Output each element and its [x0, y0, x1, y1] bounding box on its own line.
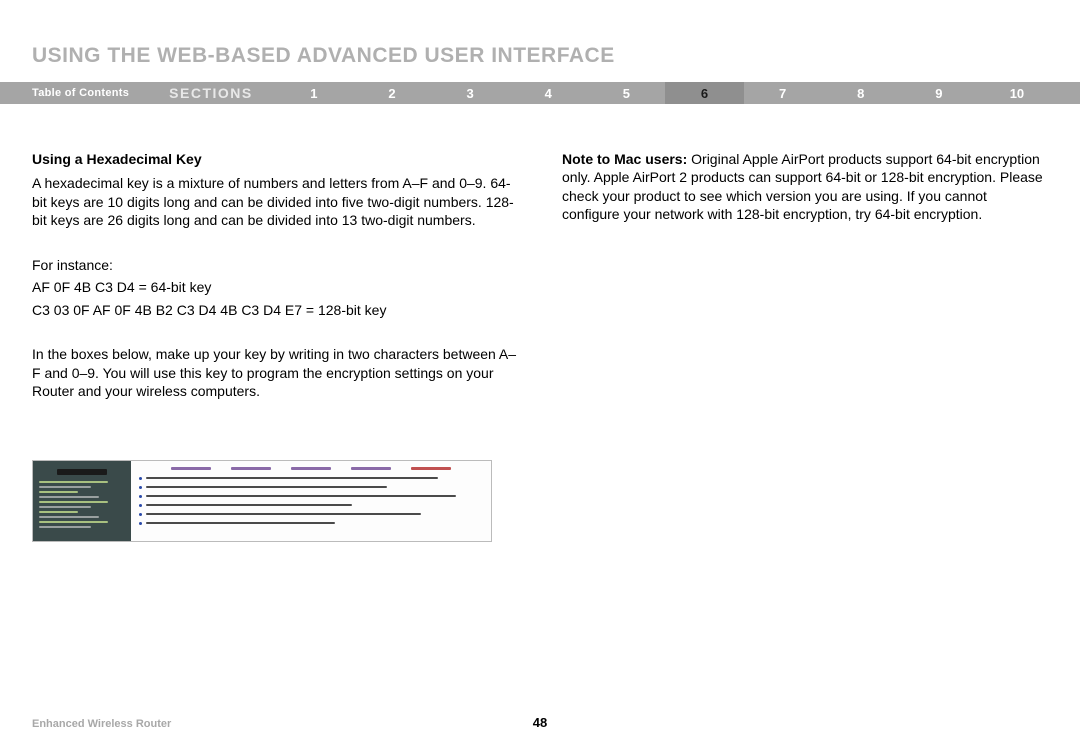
- thumbnail-tab: [411, 467, 451, 470]
- thumbnail-sidebar-line: [39, 516, 99, 518]
- bullet-icon: [139, 504, 142, 507]
- thumbnail-top-tabs: [139, 467, 483, 472]
- section-link-7[interactable]: 7: [744, 82, 822, 104]
- thumbnail-sidebar-line: [39, 511, 78, 513]
- thumbnail-row: [139, 484, 483, 490]
- section-link-10[interactable]: 10: [978, 82, 1056, 104]
- footer-product-name: Enhanced Wireless Router: [32, 718, 171, 730]
- note-paragraph: Note to Mac users: Original Apple AirPor…: [562, 150, 1048, 224]
- toc-link[interactable]: Table of Contents: [0, 82, 147, 104]
- paragraph-forinstance: For instance:: [32, 256, 518, 274]
- thumbnail-tab: [171, 467, 211, 470]
- note-label: Note to Mac users:: [562, 151, 687, 167]
- section-link-6[interactable]: 6: [665, 82, 743, 104]
- thumbnail-row: [139, 475, 483, 481]
- section-numbers: 1 2 3 4 5 6 7 8 9 10: [275, 82, 1080, 104]
- section-link-8[interactable]: 8: [822, 82, 900, 104]
- thumbnail-main: [131, 461, 491, 541]
- paragraph-example-128: C3 03 0F AF 0F 4B B2 C3 D4 4B C3 D4 E7 =…: [32, 301, 518, 319]
- thumbnail-tab: [351, 467, 391, 470]
- thumbnail-text-line: [146, 477, 438, 479]
- thumbnail-sidebar-line: [39, 521, 108, 523]
- paragraph-example-64: AF 0F 4B C3 D4 = 64-bit key: [32, 278, 518, 296]
- thumbnail-sidebar-line: [39, 496, 99, 498]
- paragraph-intro: A hexadecimal key is a mixture of number…: [32, 174, 518, 229]
- paragraph-instructions: In the boxes below, make up your key by …: [32, 345, 518, 400]
- section-link-9[interactable]: 9: [900, 82, 978, 104]
- thumbnail-text-line: [146, 495, 456, 497]
- section-link-4[interactable]: 4: [509, 82, 587, 104]
- page-title: USING THE WEB-BASED ADVANCED USER INTERF…: [32, 44, 615, 68]
- thumbnail-sidebar-line: [39, 491, 78, 493]
- thumbnail-sidebar-line: [39, 481, 108, 483]
- thumbnail-text-line: [146, 504, 352, 506]
- content-columns: Using a Hexadecimal Key A hexadecimal ke…: [32, 150, 1048, 427]
- thumbnail-text-line: [146, 522, 335, 524]
- section-link-1[interactable]: 1: [275, 82, 353, 104]
- thumbnail-sidebar-line: [39, 506, 91, 508]
- thumbnail-sidebar-line: [39, 526, 91, 528]
- section-link-5[interactable]: 5: [587, 82, 665, 104]
- bullet-icon: [139, 495, 142, 498]
- left-column: Using a Hexadecimal Key A hexadecimal ke…: [32, 150, 518, 427]
- thumbnail-row: [139, 520, 483, 526]
- thumbnail-sidebar: [33, 461, 131, 541]
- thumbnail-tab: [291, 467, 331, 470]
- thumbnail-row: [139, 511, 483, 517]
- thumbnail-sidebar-line: [39, 486, 91, 488]
- thumbnail-logo: [57, 469, 107, 475]
- bullet-icon: [139, 486, 142, 489]
- document-page: USING THE WEB-BASED ADVANCED USER INTERF…: [0, 0, 1080, 756]
- section-nav-bar: Table of Contents SECTIONS 1 2 3 4 5 6 7…: [0, 82, 1080, 104]
- subheading: Using a Hexadecimal Key: [32, 150, 518, 168]
- section-link-3[interactable]: 3: [431, 82, 509, 104]
- thumbnail-text-line: [146, 486, 387, 488]
- thumbnail-tab: [231, 467, 271, 470]
- bullet-icon: [139, 513, 142, 516]
- section-link-2[interactable]: 2: [353, 82, 431, 104]
- bullet-icon: [139, 477, 142, 480]
- right-column: Note to Mac users: Original Apple AirPor…: [562, 150, 1048, 427]
- router-ui-thumbnail: [32, 460, 492, 542]
- thumbnail-text-line: [146, 513, 421, 515]
- bullet-icon: [139, 522, 142, 525]
- thumbnail-sidebar-line: [39, 501, 108, 503]
- footer-page-number: 48: [533, 715, 547, 730]
- thumbnail-row: [139, 493, 483, 499]
- thumbnail-row: [139, 502, 483, 508]
- sections-label: SECTIONS: [147, 82, 275, 104]
